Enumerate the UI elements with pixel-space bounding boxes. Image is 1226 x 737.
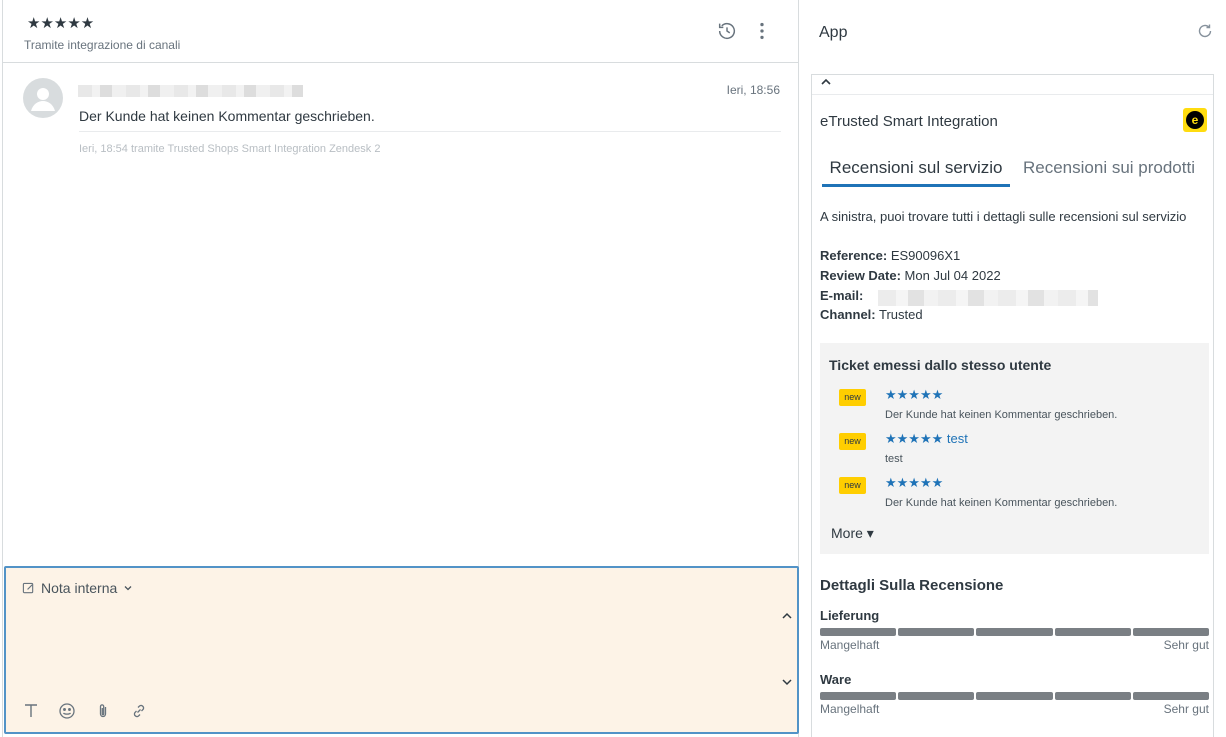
list-item: new ★★★★★ Der Kunde hat keinen Kommentar… (820, 475, 1209, 517)
note-icon (22, 582, 34, 593)
rating-ware: Ware Mangelhaft Sehr gut (820, 672, 1210, 716)
ticket-link[interactable]: ★★★★★ (885, 387, 943, 403)
same-user-tickets: Ticket emessi dallo stesso utente new ★★… (820, 343, 1209, 554)
composer-mode-dropdown[interactable]: Nota interna (22, 580, 133, 596)
scale-min-label: Mangelhaft (820, 702, 880, 716)
message-timestamp: Ieri, 18:56 (726, 83, 780, 97)
scale-max-label: Sehr gut (1163, 702, 1209, 716)
list-item: new ★★★★★ Der Kunde hat keinen Kommentar… (820, 387, 1209, 429)
ticket-preview: Der Kunde hat keinen Kommentar geschrieb… (885, 409, 1118, 421)
emoji-icon[interactable] (58, 702, 76, 720)
rating-label: Ware (820, 672, 852, 687)
same-user-title: Ticket emessi dallo stesso utente (829, 357, 1052, 373)
ticket-link[interactable]: ★★★★★ (885, 475, 943, 491)
scroll-down-icon[interactable] (781, 676, 793, 688)
divider (79, 131, 781, 132)
field-channel: Channel: Trusted (820, 307, 923, 322)
scroll-up-icon[interactable] (781, 610, 793, 622)
more-options-icon[interactable] (751, 20, 773, 42)
attachment-icon[interactable] (94, 702, 112, 720)
ticket-title: ★★★★★ (27, 15, 95, 32)
field-reference: Reference: ES90096X1 (820, 248, 961, 263)
chevron-down-icon (124, 586, 132, 591)
conversation-pane: ★★★★★ Tramite integrazione di canali Ier… (2, 0, 799, 737)
scale-min-label: Mangelhaft (820, 638, 880, 652)
field-review-date: Review Date: Mon Jul 04 2022 (820, 268, 1001, 283)
refresh-icon[interactable] (1196, 22, 1214, 40)
apps-panel: App eTrusted Smart Integration e Recensi… (800, 0, 1226, 737)
status-badge: new (839, 477, 866, 494)
history-icon[interactable] (716, 20, 738, 42)
tab-service-reviews[interactable]: Recensioni sul servizio (822, 158, 1010, 187)
email-redacted (878, 290, 1098, 306)
text-format-icon[interactable] (22, 702, 40, 720)
rating-lieferung: Lieferung Mangelhaft Sehr gut (820, 608, 1210, 652)
status-badge: new (839, 433, 866, 450)
ticket-preview: test (885, 453, 903, 465)
ticket-header: ★★★★★ Tramite integrazione di canali (3, 0, 799, 63)
list-item: new ★★★★★ test test (820, 431, 1209, 473)
link-icon[interactable] (130, 702, 148, 720)
app-card: eTrusted Smart Integration e Recensioni … (811, 74, 1214, 737)
composer[interactable]: Nota interna (4, 566, 799, 734)
scale-max-label: Sehr gut (1163, 638, 1209, 652)
chevron-up-icon[interactable] (820, 76, 832, 88)
review-details-title: Dettagli Sulla Recensione (820, 577, 1004, 594)
tab-product-reviews[interactable]: Recensioni sui prodotti (1023, 158, 1195, 178)
author-name-redacted (78, 85, 303, 97)
apps-panel-title: App (819, 24, 848, 41)
message-meta: Ieri, 18:54 tramite Trusted Shops Smart … (79, 143, 381, 155)
message-body: Der Kunde hat keinen Kommentar geschrieb… (79, 108, 375, 124)
rating-scale (820, 692, 1210, 700)
tab-description: A sinistra, puoi trovare tutti i dettagl… (820, 209, 1187, 224)
more-button[interactable]: More ▾ (831, 525, 874, 542)
avatar (23, 78, 63, 118)
rating-scale (820, 628, 1210, 636)
etrusted-logo: e (1183, 108, 1207, 132)
composer-mode-label: Nota interna (41, 580, 118, 596)
rating-label: Lieferung (820, 608, 880, 623)
composer-toolbar (22, 702, 148, 720)
field-email: E-mail: (820, 288, 1098, 306)
ticket-channel: Tramite integrazione di canali (24, 38, 181, 52)
ticket-preview: Der Kunde hat keinen Kommentar geschrieb… (885, 497, 1118, 509)
collapse-bar[interactable] (812, 75, 1213, 95)
ticket-link[interactable]: ★★★★★ test (885, 431, 968, 447)
integration-title: eTrusted Smart Integration (820, 113, 998, 130)
status-badge: new (839, 389, 866, 406)
